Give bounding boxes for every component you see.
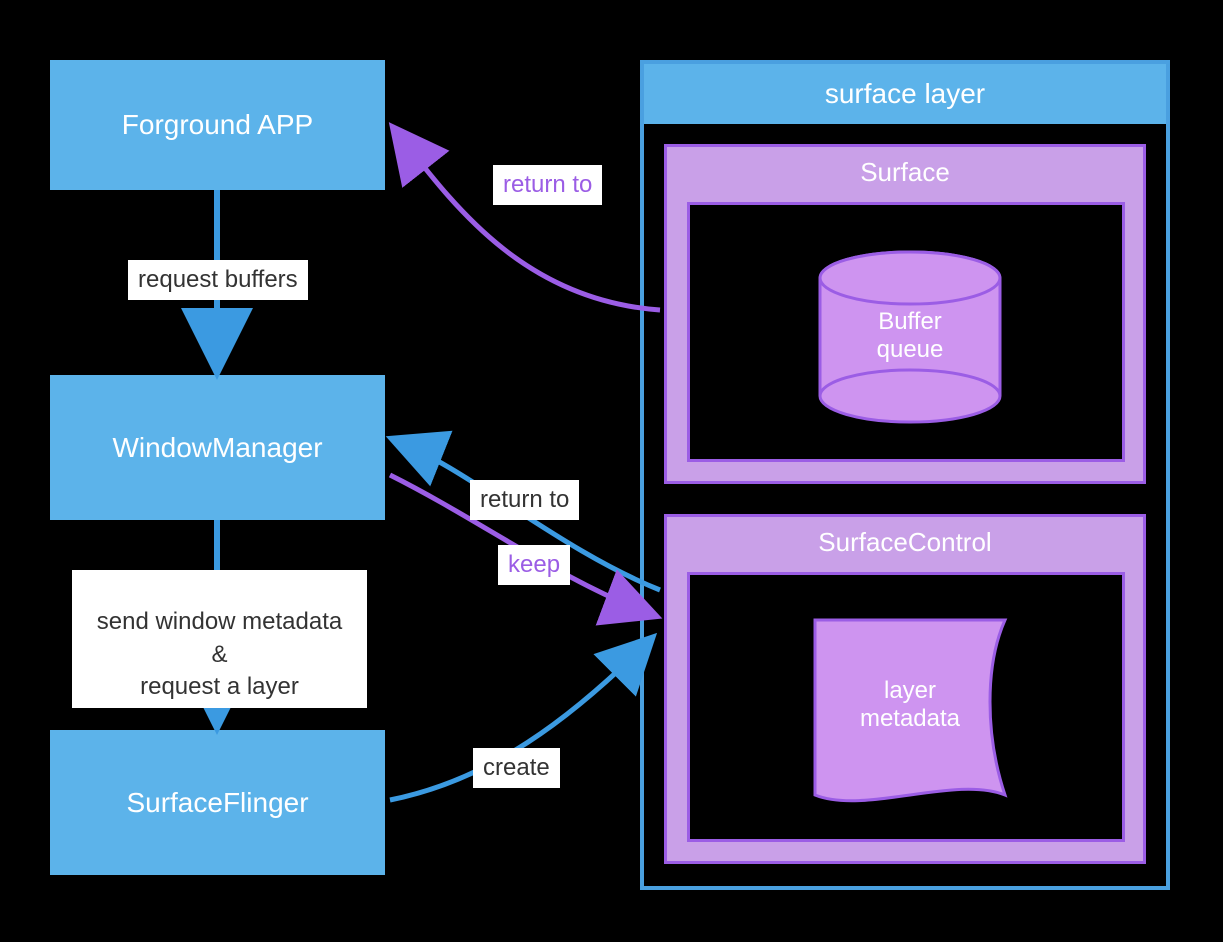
keep-text: keep [508,551,560,578]
surface-control-header: SurfaceControl [667,517,1143,572]
surface-layer-header: surface layer [644,64,1166,124]
surface-panel-header: Surface [667,147,1143,202]
layer-metadata-label: layer metadata [810,677,1010,733]
buffer-queue-label: Buffer queue [815,308,1005,364]
request-buffers-text: request buffers [138,266,298,293]
surface-inner: Buffer queue [687,202,1125,462]
surface-panel: Surface Buffer queue [664,144,1146,484]
surface-flinger-node: SurfaceFlinger [50,730,385,875]
window-manager-label: WindowManager [112,432,322,464]
create-text: create [483,754,550,781]
surface-layer-label: surface layer [825,78,985,109]
send-window-text: send window metadata & request a layer [97,608,342,700]
surface-control-inner: layer metadata [687,572,1125,842]
edge-label-send-window: send window metadata & request a layer [72,570,367,708]
edge-label-keep: keep [498,545,570,585]
foreground-app-label: Forground APP [122,109,313,141]
edge-label-return-to-1: return to [493,165,602,205]
return-to-2-text: return to [480,486,569,513]
surface-control-label: SurfaceControl [818,527,991,557]
surface-layer-container: surface layer Surface Buffer queue [640,60,1170,890]
window-manager-node: WindowManager [50,375,385,520]
return-to-1-text: return to [503,171,592,198]
edge-label-create: create [473,748,560,788]
surface-flinger-label: SurfaceFlinger [126,787,308,819]
edge-label-request-buffers: request buffers [128,260,308,300]
surface-label: Surface [860,157,950,187]
surface-control-panel: SurfaceControl layer metadata [664,514,1146,864]
edge-label-return-to-2: return to [470,480,579,520]
buffer-queue-cylinder: Buffer queue [815,250,1005,425]
foreground-app-node: Forground APP [50,60,385,190]
layer-metadata-shape: layer metadata [810,615,1010,805]
